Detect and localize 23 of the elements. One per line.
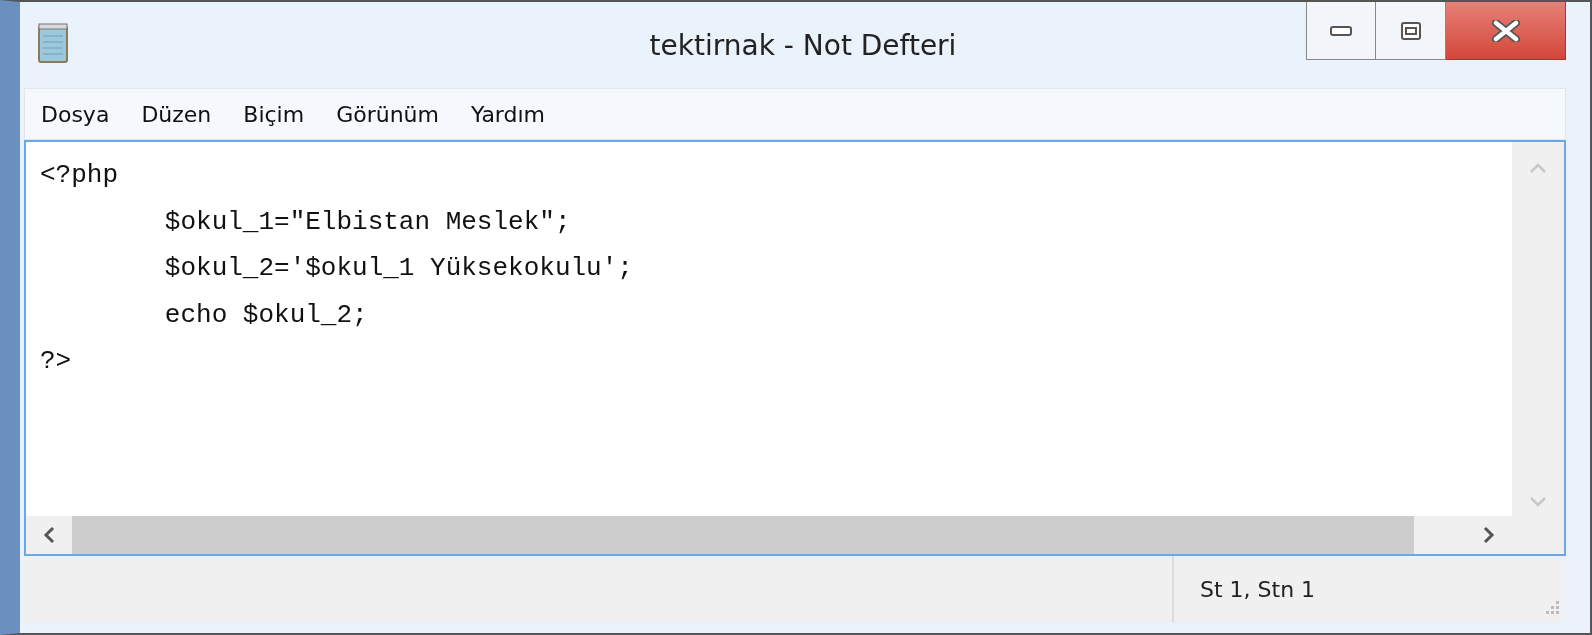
code-line: $okul_2='$okul_1 Yüksekokulu'; bbox=[163, 252, 634, 285]
menu-item[interactable]: Dosya bbox=[25, 101, 126, 127]
resize-grip-icon[interactable] bbox=[1544, 599, 1560, 615]
scrollbar-thumb[interactable] bbox=[72, 516, 1414, 554]
scroll-left-icon[interactable] bbox=[42, 526, 56, 544]
minimize-icon bbox=[1330, 25, 1352, 36]
minimize-button[interactable] bbox=[1306, 2, 1376, 60]
scroll-right-icon[interactable] bbox=[1482, 526, 1496, 544]
code-line: ?> bbox=[40, 345, 73, 378]
menu-item[interactable]: Yardım bbox=[454, 101, 562, 127]
cursor-position: St 1, Stn 1 bbox=[1200, 577, 1316, 602]
notepad-icon bbox=[36, 22, 70, 64]
window-title: tektirnak - Not Defteri bbox=[648, 28, 958, 62]
code-line: <?php bbox=[40, 159, 119, 192]
restore-icon bbox=[1400, 21, 1421, 40]
menu-item[interactable]: Biçim bbox=[227, 101, 321, 127]
menu-item[interactable]: Düzen bbox=[125, 101, 228, 127]
maximize-button[interactable] bbox=[1376, 2, 1446, 60]
code-line: $okul_1="Elbistan Meslek"; bbox=[163, 205, 572, 239]
menu-item[interactable]: Görünüm bbox=[320, 101, 455, 127]
code-line: echo $okul_2; bbox=[163, 298, 369, 332]
close-icon bbox=[1491, 19, 1520, 42]
close-button[interactable] bbox=[1446, 2, 1566, 60]
